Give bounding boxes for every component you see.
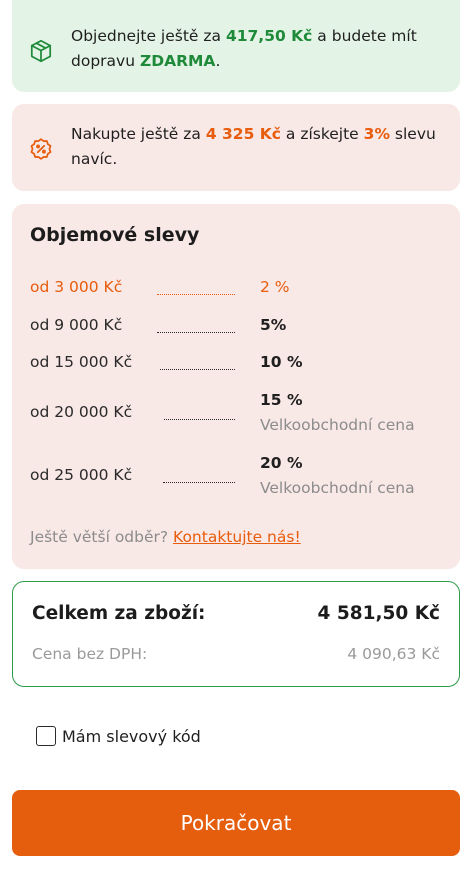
- free-shipping-text: Objednejte ještě za 417,50 Kč a budete m…: [71, 27, 417, 70]
- coupon-toggle[interactable]: Mám slevový kód: [36, 725, 201, 747]
- continue-button[interactable]: Pokračovat: [12, 790, 460, 856]
- tier-leader-dots: [163, 482, 235, 483]
- free-shipping-notice: Objednejte ještě za 417,50 Kč a budete m…: [12, 0, 460, 92]
- tier-discount: 15 %: [260, 391, 303, 409]
- package-icon: [28, 38, 54, 64]
- tier-range: od 20 000 Kč: [30, 403, 133, 421]
- coupon-checkbox[interactable]: [36, 726, 56, 746]
- tier-range: od 3 000 Kč: [30, 278, 123, 296]
- total-label: Celkem za zboží:: [32, 603, 206, 624]
- tier-discount: 10 %: [260, 353, 303, 371]
- tier-range: od 9 000 Kč: [30, 316, 123, 334]
- tier-discount: 20 %: [260, 454, 303, 472]
- extra-discount-text: Nakupte ještě za 4 325 Kč a získejte 3% …: [71, 125, 436, 168]
- contact-us-link[interactable]: Kontaktujte nás!: [173, 528, 301, 546]
- tier-note: Velkoobchodní cena: [260, 479, 415, 497]
- discount-threshold-amount: 4 325 Kč: [205, 125, 281, 143]
- tier-range: od 25 000 Kč: [30, 466, 133, 484]
- tier-note: Velkoobchodní cena: [260, 416, 415, 434]
- tier-leader-dots: [157, 294, 235, 295]
- volume-discounts-panel: Objemové slevy od 3 000 Kč 2 % od 9 000 …: [12, 204, 460, 569]
- discount-badge-icon: [28, 136, 54, 162]
- tier-discount: 5%: [260, 316, 287, 334]
- discount-percent: 3%: [363, 125, 390, 143]
- free-label: ZDARMA: [139, 52, 216, 70]
- order-total-box: Celkem za zboží: 4 581,50 Kč Cena bez DP…: [12, 581, 460, 687]
- total-value: 4 581,50 Kč: [317, 603, 440, 624]
- tier-range: od 15 000 Kč: [30, 353, 133, 371]
- net-price-value: 4 090,63 Kč: [347, 645, 440, 663]
- volume-discounts-title: Objemové slevy: [30, 224, 200, 246]
- tier-leader-dots: [157, 332, 235, 333]
- tier-discount: 2 %: [260, 278, 290, 296]
- extra-discount-notice: Nakupte ještě za 4 325 Kč a získejte 3% …: [12, 104, 460, 191]
- remaining-amount: 417,50 Kč: [225, 27, 313, 45]
- tier-leader-dots: [160, 369, 235, 370]
- net-price-label: Cena bez DPH:: [32, 645, 148, 663]
- contact-prompt: Ještě větší odběr? Kontaktujte nás!: [30, 528, 301, 546]
- tier-leader-dots: [164, 419, 235, 420]
- coupon-label: Mám slevový kód: [62, 726, 201, 746]
